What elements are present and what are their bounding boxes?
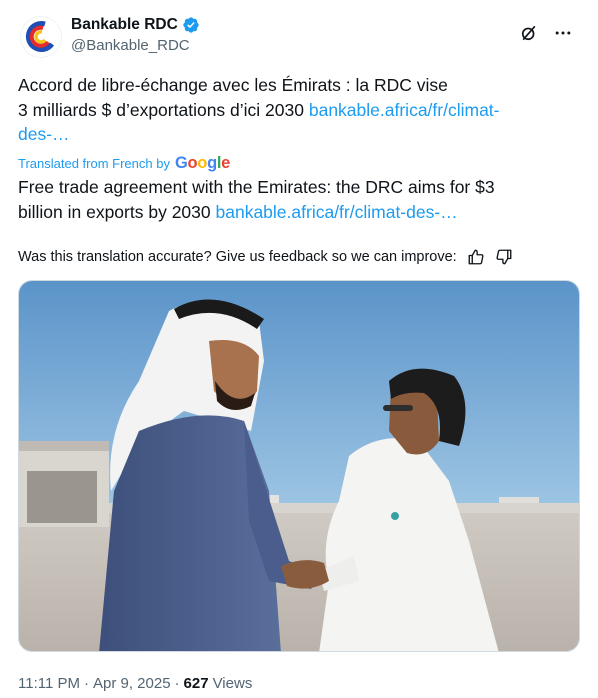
thumbs-down-icon[interactable] (491, 246, 517, 268)
original-link-part2: des-… (18, 124, 70, 144)
handshake-photo (19, 281, 579, 651)
bankable-logo-icon (21, 17, 61, 57)
translated-by-label[interactable]: Translated from French by Google (18, 153, 230, 173)
translated-text-part1: Free trade agreement with the Emirates: … (18, 177, 495, 197)
more-options-icon[interactable] (546, 18, 580, 48)
tweet-meta: 11:11 PM · Apr 9, 2025 · 627 Views (18, 673, 252, 693)
tweet-time[interactable]: 11:11 PM (18, 675, 80, 692)
tweet-translated-text: Free trade agreement with the Emirates: … (18, 175, 580, 224)
meta-separator-1: · (83, 674, 89, 692)
tweet-date[interactable]: Apr 9, 2025 (93, 675, 171, 692)
original-text-line2: 3 milliards $ d’exportations d’ici 2030 (18, 99, 304, 120)
header-actions (512, 18, 580, 48)
translated-from-text: Translated from French by (18, 155, 170, 171)
translated-link[interactable]: bankable.africa/fr/climat-des-… (216, 202, 458, 222)
tweet-header: Bankable RDC @Bankable_RDC (18, 12, 580, 58)
verified-badge-icon[interactable] (182, 16, 200, 34)
tweet: Bankable RDC @Bankable_RDC Accord de lib… (0, 0, 598, 698)
tweet-photo[interactable] (18, 280, 580, 652)
views-label: Views (212, 674, 253, 692)
grok-icon[interactable] (512, 18, 546, 48)
translation-feedback: Was this translation accurate? Give us f… (18, 246, 517, 268)
author-block: Bankable RDC @Bankable_RDC (71, 14, 200, 54)
feedback-prompt: Was this translation accurate? Give us f… (18, 249, 457, 265)
author-handle[interactable]: @Bankable_RDC (71, 37, 200, 54)
original-text-line1: Accord de libre-échange avec les Émirats… (18, 75, 448, 95)
avatar[interactable] (20, 16, 62, 58)
google-logo: Google (174, 153, 231, 172)
author-display-name[interactable]: Bankable RDC (71, 16, 178, 34)
views-count[interactable]: 627 (184, 675, 209, 692)
translated-text-part2: billion in exports by 2030 (18, 201, 211, 222)
meta-separator-2: · (174, 674, 180, 692)
original-link-part1: bankable.africa/fr/climat- (308, 99, 500, 120)
thumbs-up-icon[interactable] (463, 246, 489, 268)
tweet-original-text: Accord de libre-échange avec les Émirats… (18, 73, 580, 147)
